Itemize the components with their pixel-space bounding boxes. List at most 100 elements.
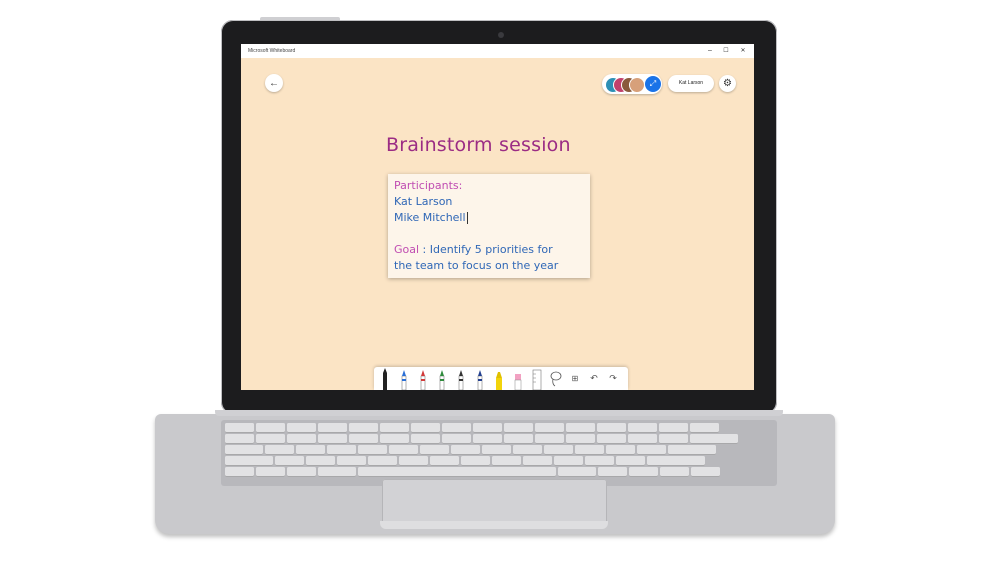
webcam [498,32,504,38]
keyboard-key [690,423,719,432]
keyboard-key [287,467,316,476]
note-spacer [394,226,584,242]
lasso-icon[interactable] [548,367,564,390]
key-row [225,456,705,465]
account-button[interactable]: Kat Larson [668,75,714,92]
keyboard-key [287,423,316,432]
board-title[interactable]: Brainstorm session [386,134,571,156]
close-button[interactable]: ✕ [737,46,749,56]
keyboard-key [647,456,705,465]
keyboard-key [473,434,502,443]
gear-icon: ⚙ [723,78,732,89]
redo-icon[interactable]: ↷ [605,367,621,390]
keyboard-key [597,434,626,443]
keyboard-key [451,445,480,454]
keyboard-key [566,434,595,443]
key-row [225,434,738,443]
window-title: Microsoft Whiteboard [248,48,296,54]
black-pen-icon[interactable] [377,367,393,390]
settings-button[interactable]: ⚙ [719,75,736,92]
avatar [629,77,645,93]
participants-label: Participants: [394,179,463,192]
base-front-edge [380,521,608,529]
keyboard-key [349,434,378,443]
keyboard-key [668,445,716,454]
keyboard-key [628,434,657,443]
keyboard-key [660,467,689,476]
keyboard-key [585,456,614,465]
laptop-hinge [215,410,783,416]
keyboard-key [628,423,657,432]
keyboard-key [318,467,356,476]
keyboard-key [380,423,409,432]
keyboard-key [629,467,658,476]
keyboard-key [535,434,564,443]
back-button[interactable]: ← [265,74,283,92]
keyboard-key [318,434,347,443]
blue-pen-icon[interactable] [396,367,412,390]
ruler-icon[interactable] [529,367,545,390]
keyboard-key [461,456,490,465]
keyboard-key [513,445,542,454]
keyboard-key [558,467,596,476]
keyboard-key [616,456,645,465]
keyboard-key [225,467,254,476]
sticky-note[interactable]: Participants: Kat Larson Mike Mitchell G… [388,174,590,278]
text-cursor [466,212,468,224]
keyboard-key [296,445,325,454]
keyboard-key [690,434,738,443]
keyboard-key [275,456,304,465]
keyboard-key [411,434,440,443]
keyboard-key [358,445,387,454]
goal-text: Identify 5 priorities for [429,243,553,256]
keyboard-key [337,456,366,465]
red-pen-icon[interactable] [415,367,431,390]
dark-pen-icon[interactable] [453,367,469,390]
touchpad [382,479,607,527]
keyboard-key [420,445,449,454]
back-arrow-icon: ← [269,77,279,89]
green-pen-icon[interactable] [434,367,450,390]
key-row [225,445,716,454]
keyboard-key [504,434,533,443]
minimize-button[interactable]: – [704,46,716,56]
keyboard-key [389,445,418,454]
highlighter-icon[interactable] [491,367,507,390]
add-icon[interactable]: ⊞ [567,367,583,390]
goal-line: Goal : Identify 5 priorities for [394,242,584,258]
keyboard-key [442,423,471,432]
maximize-button[interactable]: ☐ [720,46,732,56]
whiteboard-app-window: Microsoft Whiteboard – ☐ ✕ ← ⤢ Kat Larso… [241,44,754,390]
keyboard-key [430,456,459,465]
keyboard [221,420,777,486]
keyboard-key [380,434,409,443]
keyboard-key [504,423,533,432]
keyboard-key [535,423,564,432]
keyboard-key [225,445,263,454]
keyboard-key [691,467,720,476]
keyboard-key [287,434,316,443]
goal-label: Goal [394,243,420,256]
keyboard-key [358,467,556,476]
key-row [225,423,719,432]
keyboard-key [597,423,626,432]
share-icon[interactable]: ⤢ [645,76,661,92]
keyboard-key [554,456,583,465]
user-name: Kat Larson [678,80,704,86]
keyboard-key [306,456,335,465]
keyboard-key [598,467,627,476]
participant-name-line: Mike Mitchell [394,210,584,226]
keyboard-key [225,423,254,432]
undo-icon[interactable]: ↶ [586,367,602,390]
keyboard-key [659,423,688,432]
eraser-icon[interactable] [510,367,526,390]
keyboard-key [368,456,397,465]
keyboard-key [637,445,666,454]
keyboard-key [256,434,285,443]
keyboard-key [256,423,285,432]
navy-pen-icon[interactable] [472,367,488,390]
participants-group[interactable]: ⤢ [602,74,662,94]
participant-name: Mike Mitchell [394,211,466,224]
keyboard-key [492,456,521,465]
keyboard-key [606,445,635,454]
